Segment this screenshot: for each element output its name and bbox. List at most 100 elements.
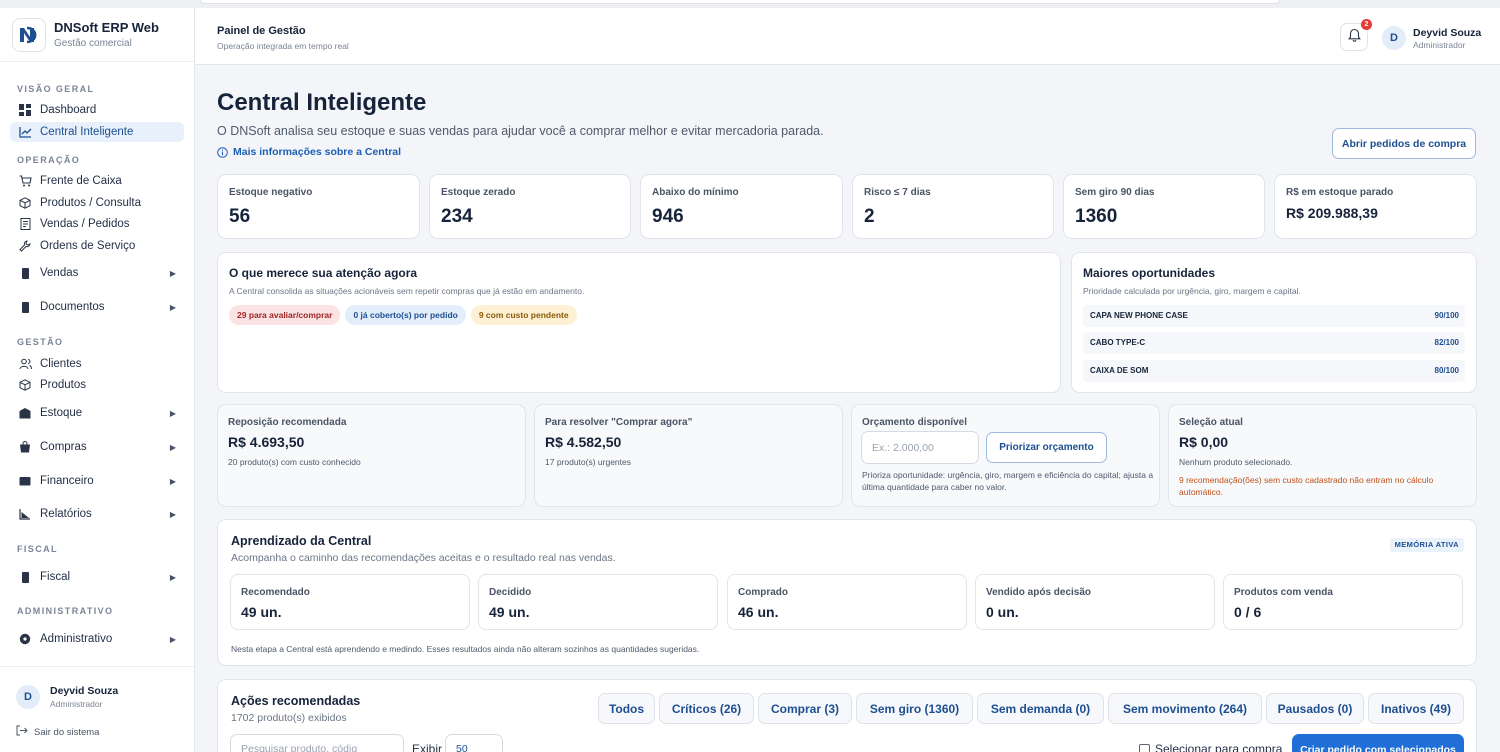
chevron-right-icon: ▶ [169, 408, 176, 418]
pill-cost-pending[interactable]: 9 com custo pendente [470, 305, 577, 325]
tab-inativos[interactable]: Inativos (49) [1368, 693, 1464, 724]
chevron-right-icon: ▶ [169, 476, 176, 486]
product-search-input[interactable]: Pesquisar produto, códig [230, 734, 404, 752]
sidebar-item-administrativo[interactable]: Administrativo ▶ [10, 629, 184, 649]
tab-sem-demanda[interactable]: Sem demanda (0) [977, 693, 1104, 724]
kpi-label: Estoque negativo [229, 187, 313, 198]
kpi-label: Sem giro 90 dias [1075, 187, 1155, 198]
header-avatar[interactable]: D [1382, 26, 1406, 50]
attention-card: O que merece sua atenção agora A Central… [217, 252, 1061, 393]
sidebar-item-dashboard[interactable]: Dashboard [10, 100, 184, 120]
create-order-button[interactable]: Criar pedido com selecionados [1292, 734, 1464, 752]
replenish-note: 20 produto(s) com custo conhecido [228, 457, 361, 467]
learning-box-value: 46 un. [738, 604, 779, 620]
sidebar-item-vendas-pedidos[interactable]: Vendas / Pedidos [10, 214, 184, 234]
learning-box-value: 49 un. [489, 604, 530, 620]
sidebar-item-produtos[interactable]: Produtos [10, 375, 184, 395]
chevron-right-icon: ▶ [169, 572, 176, 582]
learning-box-label: Decidido [489, 587, 532, 598]
page-subtitle: O DNSoft analisa seu estoque e suas vend… [217, 124, 824, 138]
select-for-purchase-checkbox[interactable] [1139, 744, 1150, 752]
pill-to-evaluate[interactable]: 29 para avaliar/comprar [229, 305, 341, 325]
actions-title: Ações recomendadas [231, 694, 361, 708]
sidebar-item-central[interactable]: Central Inteligente [10, 122, 184, 142]
kpi-card-negative-stock: Estoque negativo 56 [217, 174, 420, 239]
tab-pausados[interactable]: Pausados (0) [1266, 693, 1364, 724]
page-size-select[interactable]: 50 [445, 734, 503, 752]
kpi-label: Abaixo do mínimo [652, 187, 739, 198]
learning-box-products-sold: Produtos com venda 0 / 6 [1223, 574, 1463, 630]
list-item[interactable]: CABO TYPE-C 82/100 [1083, 332, 1465, 354]
learning-box-recommended: Recomendado 49 un. [230, 574, 470, 630]
learning-box-label: Produtos com venda [1234, 587, 1333, 598]
dnsoft-logo-icon[interactable] [12, 17, 46, 52]
box-icon [18, 378, 32, 392]
actions-subtitle: 1702 produto(s) exibidos [231, 712, 347, 724]
sidebar-item-estoque[interactable]: Estoque ▶ [10, 403, 184, 423]
pill-covered-by-order[interactable]: 0 já coberto(s) por pedido [345, 305, 466, 325]
sidebar-item-documentos[interactable]: Documentos ▶ [10, 297, 184, 317]
sidebar-item-produtos-consulta[interactable]: Produtos / Consulta [10, 193, 184, 213]
list-item[interactable]: CAIXA DE SOM 80/100 [1083, 360, 1465, 382]
report-chart-icon [18, 507, 32, 521]
sidebar-item-label: Ordens de Serviço [40, 240, 136, 252]
sidebar-item-label: Produtos / Consulta [40, 197, 142, 209]
sidebar-item-fiscal[interactable]: Fiscal ▶ [10, 567, 184, 587]
opportunities-title: Maiores oportunidades [1083, 266, 1216, 280]
budget-label: Orçamento disponível [862, 417, 968, 428]
learning-footnote: Nesta etapa a Central está aprendendo e … [231, 644, 700, 654]
sidebar-item-clientes[interactable]: Clientes [10, 354, 184, 374]
sidebar-item-ordens[interactable]: Ordens de Serviço [10, 236, 184, 256]
select-for-purchase-label: Selecionar para compra [1155, 742, 1283, 752]
learning-subtitle: Acompanha o caminho das recomendações ac… [231, 552, 616, 564]
cart-icon [18, 174, 32, 188]
sidebar-item-label: Clientes [40, 358, 82, 370]
opportunity-score: 80/100 [1434, 366, 1459, 375]
prioritize-budget-button[interactable]: Priorizar orçamento [986, 432, 1107, 463]
header-user-name[interactable]: Deyvid Souza [1413, 27, 1481, 39]
learning-box-label: Comprado [738, 587, 788, 598]
sidebar-item-vendas[interactable]: Vendas ▶ [10, 263, 184, 283]
list-item[interactable]: CAPA NEW PHONE CASE 90/100 [1083, 305, 1465, 327]
brand-subtitle: Gestão comercial [54, 38, 132, 49]
folder-icon [18, 266, 32, 280]
learning-box-label: Recomendado [241, 587, 310, 598]
buy-now-note: 17 produto(s) urgentes [545, 457, 631, 467]
tab-comprar[interactable]: Comprar (3) [758, 693, 852, 724]
opportunity-name: CAPA NEW PHONE CASE [1090, 311, 1188, 320]
tab-todos[interactable]: Todos [598, 693, 655, 724]
opportunity-name: CAIXA DE SOM [1090, 366, 1149, 375]
learning-box-value: 0 un. [986, 604, 1019, 620]
kpi-label: Risco ≤ 7 dias [864, 187, 931, 198]
sidebar-item-pdv[interactable]: Frente de Caixa [10, 171, 184, 191]
selection-value: R$ 0,00 [1179, 434, 1229, 450]
trend-chart-icon [18, 125, 32, 139]
learning-box-sold-after: Vendido após decisão 0 un. [975, 574, 1215, 630]
sidebar-item-compras[interactable]: Compras ▶ [10, 437, 184, 457]
top-header: Painel de Gestão Operação integrada em t… [195, 8, 1500, 65]
sidebar-user-panel: D Deyvid Souza Administrador Sair do sis… [0, 666, 194, 752]
sidebar-item-relatorios[interactable]: Relatórios ▶ [10, 504, 184, 524]
sidebar-item-financeiro[interactable]: Financeiro ▶ [10, 471, 184, 491]
kpi-card-risk-7-days: Risco ≤ 7 dias 2 [852, 174, 1054, 239]
more-info-link[interactable]: Mais informações sobre a Central [217, 146, 401, 158]
tab-sem-giro[interactable]: Sem giro (1360) [856, 693, 973, 724]
header-title: Painel de Gestão [217, 25, 306, 37]
tab-criticos[interactable]: Críticos (26) [659, 693, 754, 724]
header-subtitle: Operação integrada em tempo real [217, 41, 349, 51]
brand-title: DNSoft ERP Web [54, 20, 159, 35]
notifications-button[interactable]: 2 [1340, 19, 1372, 51]
open-purchase-orders-button[interactable]: Abrir pedidos de compra [1332, 128, 1476, 159]
logout-link[interactable]: Sair do sistema [16, 725, 99, 739]
logout-label: Sair do sistema [34, 726, 100, 738]
kpi-card-no-turnover: Sem giro 90 dias 1360 [1063, 174, 1265, 239]
box-icon [18, 196, 32, 210]
budget-input[interactable]: Ex.: 2.000,00 [861, 431, 979, 464]
kpi-value: 234 [441, 206, 473, 227]
buy-now-card: Para resolver "Comprar agora" R$ 4.582,5… [534, 404, 843, 507]
bell-icon [1347, 28, 1361, 47]
folder-icon [18, 570, 32, 584]
kpi-value: R$ 209.988,39 [1286, 205, 1378, 221]
tab-sem-movimento[interactable]: Sem movimento (264) [1108, 693, 1262, 724]
buy-now-label: Para resolver "Comprar agora" [545, 417, 693, 428]
